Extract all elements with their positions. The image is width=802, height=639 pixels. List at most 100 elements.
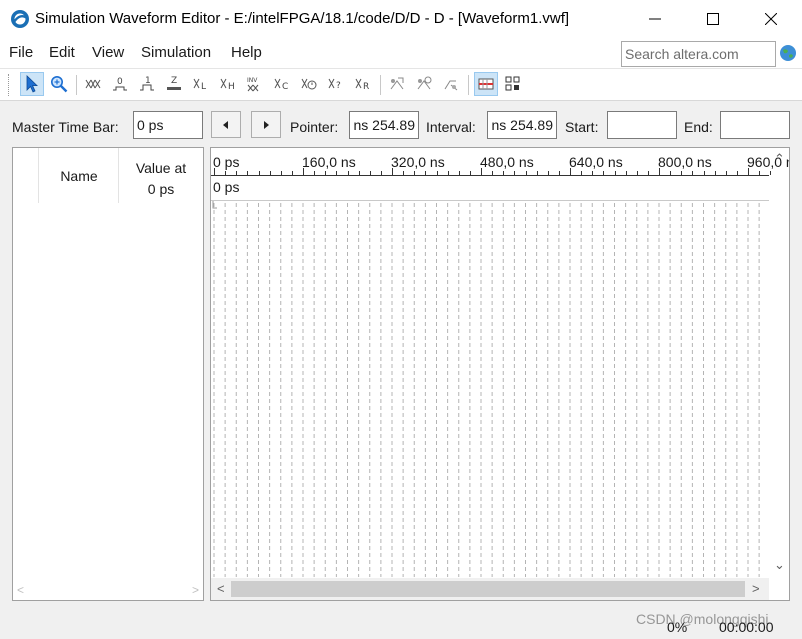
run-timing-simulation-icon [417, 76, 432, 90]
end-field[interactable] [720, 111, 790, 139]
close-button[interactable] [742, 0, 800, 38]
pointer-field[interactable]: 254.89 ns [349, 111, 419, 139]
ruler-tick [570, 168, 571, 175]
clock-button[interactable] [297, 72, 321, 96]
forcing-unknown-icon [85, 79, 101, 89]
quartus-app-icon [11, 10, 29, 28]
run-functional-simulation-button[interactable] [385, 72, 409, 96]
pointer-tool-button[interactable] [20, 72, 44, 96]
ruler-time-label: 800,0 ns [658, 154, 712, 170]
random-value-button[interactable]: R [351, 72, 375, 96]
elapsed-time: 00:00:00 [719, 619, 774, 635]
arbitrary-value-icon: ? [328, 78, 341, 91]
ruler-tick [448, 171, 449, 175]
waveform-panel[interactable]: 0 ps 160,0 ns 320,0 ns 480,0 ns 640,0 ns 800,… [210, 147, 790, 601]
snap-to-transition-button[interactable] [439, 72, 463, 96]
forcing-high-icon: 1 [140, 76, 154, 91]
svg-text:C: C [282, 82, 288, 92]
waveform-vertical-scrollbar[interactable]: ⌃ ⌄ [769, 148, 789, 600]
master-time-bar-field[interactable]: 0 ps [133, 111, 203, 139]
signal-names-panel: Name Value at 0 ps < > [12, 147, 204, 601]
forcing-unknown-button[interactable] [81, 72, 105, 96]
clock-icon [301, 78, 317, 90]
invert-button[interactable]: INV [243, 72, 267, 96]
zoom-tool-button[interactable] [47, 72, 71, 96]
ruler-tick [381, 171, 382, 175]
toolbar-separator [76, 75, 77, 95]
next-transition-button[interactable] [251, 111, 281, 138]
ruler-tick [548, 171, 549, 175]
ruler-tick [259, 171, 260, 175]
names-header: Name Value at 0 ps [13, 148, 203, 203]
toolbar-separator [380, 75, 381, 95]
forcing-low-icon: 0 [113, 77, 127, 91]
weak-low-icon: L [193, 78, 206, 92]
value-column-header[interactable]: Value at 0 ps [119, 158, 203, 200]
end-label: End: [684, 119, 713, 135]
names-horizontal-scrollbar[interactable]: < > [13, 580, 203, 600]
ruler-tick [581, 171, 582, 175]
menu-view[interactable]: View [92, 44, 124, 61]
weak-high-button[interactable]: H [216, 72, 240, 96]
ruler-tick [692, 171, 693, 175]
grid-settings-button[interactable] [501, 72, 525, 96]
zoom-tool-icon [51, 76, 68, 93]
maximize-button[interactable] [684, 0, 742, 38]
scroll-up-icon[interactable]: ⌃ [774, 151, 785, 167]
ruler-tick [592, 171, 593, 175]
ruler-tick [726, 171, 727, 175]
forcing-high-button[interactable]: 1 [135, 72, 159, 96]
scroll-left-icon[interactable]: < [17, 583, 24, 597]
pointer-tool-icon [26, 75, 38, 93]
menu-help[interactable]: Help [231, 44, 262, 61]
progress-percent: 0% [667, 619, 688, 635]
ruler-tick [481, 168, 482, 175]
scroll-left-icon[interactable]: < [217, 581, 225, 596]
svg-text:L: L [201, 82, 206, 92]
ruler-tick [392, 168, 393, 175]
high-impedance-icon: Z [167, 76, 181, 90]
weak-low-button[interactable]: L [189, 72, 213, 96]
ruler-tick [637, 171, 638, 175]
svg-text:?: ? [336, 81, 341, 91]
waveform-grid[interactable] [211, 201, 769, 577]
run-functional-simulation-icon [390, 77, 404, 90]
ruler-tick [648, 171, 649, 175]
count-value-button[interactable]: C [270, 72, 294, 96]
ruler-tick [359, 171, 360, 175]
previous-transition-button[interactable] [211, 111, 241, 138]
minimize-button[interactable] [626, 0, 684, 38]
high-impedance-button[interactable]: Z [162, 72, 186, 96]
menu-file[interactable]: File [9, 44, 33, 61]
forcing-low-button[interactable]: 0 [108, 72, 132, 96]
time-ruler[interactable]: 0 ps 160,0 ns 320,0 ns 480,0 ns 640,0 ns 800,… [211, 148, 789, 176]
search-input[interactable] [621, 41, 776, 67]
ruler-tick [626, 171, 627, 175]
ruler-tick [314, 171, 315, 175]
menu-simulation[interactable]: Simulation [141, 44, 211, 61]
snap-to-grid-button[interactable] [474, 72, 498, 96]
waveform-toolbar: 0 1 Z L H INV C ? R [0, 68, 802, 101]
scroll-down-icon[interactable]: ⌄ [774, 557, 785, 573]
triangle-right-icon [264, 120, 269, 129]
scroll-right-icon[interactable]: > [752, 581, 760, 596]
waveform-horizontal-scrollbar[interactable]: < > [211, 578, 769, 600]
scroll-right-icon[interactable]: > [192, 583, 199, 597]
horizontal-scroll-thumb[interactable] [231, 581, 745, 597]
run-timing-simulation-button[interactable] [412, 72, 436, 96]
ruler-tick [459, 171, 460, 175]
close-icon [765, 13, 777, 25]
menu-edit[interactable]: Edit [49, 44, 75, 61]
ruler-tick [437, 171, 438, 175]
arbitrary-value-button[interactable]: ? [324, 72, 348, 96]
start-field[interactable] [607, 111, 677, 139]
globe-icon[interactable] [779, 44, 797, 62]
ruler-tick [403, 171, 404, 175]
reference-row: 0 ps [211, 176, 769, 201]
ruler-tick [281, 171, 282, 175]
ruler-tick [470, 171, 471, 175]
minimize-icon [649, 18, 661, 20]
interval-field[interactable]: 254.89 ns [487, 111, 557, 139]
name-column-header[interactable]: Name [39, 168, 119, 184]
window-title: Simulation Waveform Editor - E:/intelFPG… [35, 10, 570, 27]
